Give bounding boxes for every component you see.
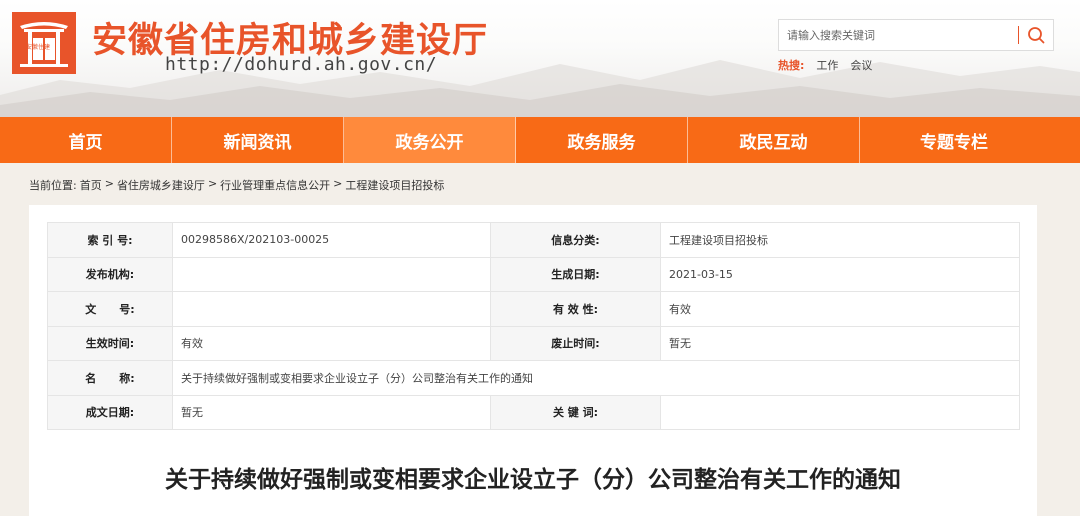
search-icon	[1028, 27, 1045, 44]
logo-gate-icon: 安徽住建	[12, 12, 76, 74]
breadcrumb-item[interactable]: 工程建设项目招投标	[345, 177, 444, 193]
written-date-value: 暂无	[172, 394, 491, 430]
table-row: 发布机构: 生成日期: 2021-03-15	[47, 256, 1020, 292]
breadcrumb-item[interactable]: 首页	[80, 177, 102, 193]
breadcrumb-separator: >	[207, 177, 218, 190]
site-header: 安徽住建 安徽省住房和城乡建设厅 http://dohurd.ah.gov.cn…	[0, 0, 1080, 117]
table-row: 索 引 号: 00298586X/202103-00025 信息分类: 工程建设…	[47, 222, 1020, 258]
abolish-label: 废止时间:	[490, 325, 661, 361]
table-row: 成文日期: 暂无 关 键 词:	[47, 394, 1020, 430]
validity-label: 有 效 性:	[490, 291, 661, 327]
name-label: 名 称:	[47, 360, 173, 396]
breadcrumb-separator: >	[104, 177, 114, 190]
gen-date-value: 2021-03-15	[660, 256, 1020, 292]
info-table: 索 引 号: 00298586X/202103-00025 信息分类: 工程建设…	[47, 222, 1020, 430]
nav-item-special-topics[interactable]: 专题专栏	[860, 117, 1048, 163]
breadcrumb-item[interactable]: 行业管理重点信息公开	[220, 177, 330, 193]
hot-search-item[interactable]: 会议	[850, 57, 872, 73]
written-date-label: 成文日期:	[47, 394, 173, 430]
table-row: 文 号: 有 效 性: 有效	[47, 291, 1020, 327]
hot-search-label: 热搜:	[778, 59, 805, 72]
keywords-label: 关 键 词:	[490, 394, 661, 430]
keywords-value	[660, 394, 1020, 430]
nav-item-news[interactable]: 新闻资讯	[172, 117, 344, 163]
nav-item-home[interactable]: 首页	[0, 117, 172, 163]
hot-search: 热搜: 工作 会议	[778, 57, 872, 73]
publisher-value	[172, 256, 491, 292]
category-value: 工程建设项目招投标	[660, 222, 1020, 258]
table-row: 名 称: 关于持续做好强制或变相要求企业设立子（分）公司整治有关工作的通知	[47, 360, 1020, 396]
document-title: 关于持续做好强制或变相要求企业设立子（分）公司整治有关工作的通知	[165, 467, 901, 493]
index-value: 00298586X/202103-00025	[172, 222, 491, 258]
main-nav: 首页 新闻资讯 政务公开 政务服务 政民互动 专题专栏	[0, 117, 1080, 163]
index-label: 索 引 号:	[47, 222, 173, 258]
name-value: 关于持续做好强制或变相要求企业设立子（分）公司整治有关工作的通知	[172, 360, 1020, 396]
breadcrumb: 当前位置: 首页 > 省住房城乡建设厅 > 行业管理重点信息公开 > 工程建设项…	[29, 177, 444, 193]
svg-text:安徽住建: 安徽住建	[26, 43, 50, 51]
category-label: 信息分类:	[490, 222, 661, 258]
nav-item-gov-service[interactable]: 政务服务	[516, 117, 688, 163]
validity-value: 有效	[660, 291, 1020, 327]
gen-date-label: 生成日期:	[490, 256, 661, 292]
effective-value: 有效	[172, 325, 491, 361]
doc-no-value	[172, 291, 491, 327]
effective-label: 生效时间:	[47, 325, 173, 361]
content-panel: 索 引 号: 00298586X/202103-00025 信息分类: 工程建设…	[29, 205, 1037, 516]
search-button[interactable]	[1019, 20, 1053, 50]
table-row: 生效时间: 有效 废止时间: 暂无	[47, 325, 1020, 361]
search-box	[778, 19, 1054, 51]
site-logo[interactable]: 安徽住建	[12, 12, 76, 74]
nav-item-interaction[interactable]: 政民互动	[688, 117, 860, 163]
site-url[interactable]: http://dohurd.ah.gov.cn/	[165, 54, 437, 75]
search-input[interactable]	[779, 20, 1018, 50]
publisher-label: 发布机构:	[47, 256, 173, 292]
breadcrumb-item[interactable]: 省住房城乡建设厅	[117, 177, 205, 193]
breadcrumb-prefix: 当前位置:	[29, 179, 77, 192]
breadcrumb-separator: >	[333, 177, 343, 190]
nav-item-gov-affairs[interactable]: 政务公开	[344, 117, 516, 163]
abolish-value: 暂无	[660, 325, 1020, 361]
doc-no-label: 文 号:	[47, 291, 173, 327]
hot-search-item[interactable]: 工作	[816, 57, 838, 73]
